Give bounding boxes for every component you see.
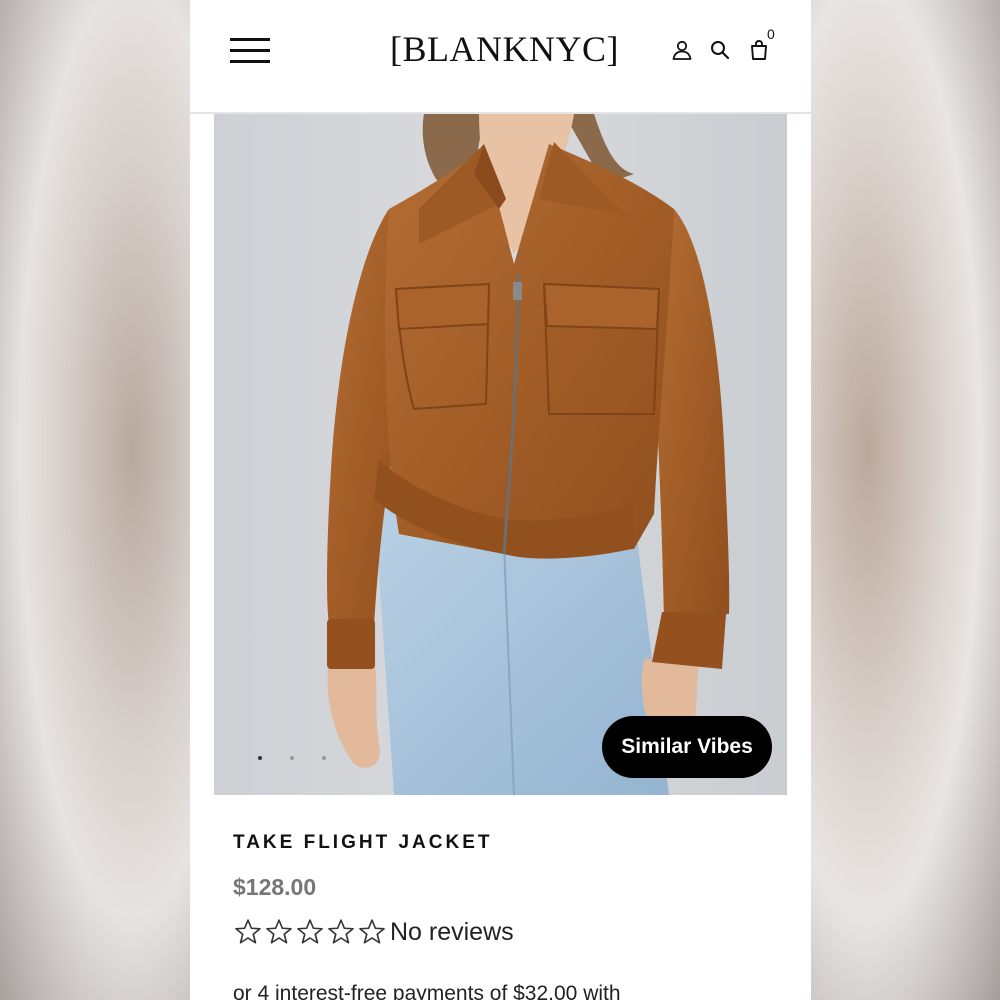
star-empty-icon	[297, 919, 323, 944]
reviews-link[interactable]: No reviews	[390, 918, 514, 947]
cart-count-badge: 0	[767, 26, 775, 42]
carousel-dot[interactable]	[258, 756, 262, 760]
star-empty-icon	[328, 919, 354, 944]
user-icon[interactable]	[670, 38, 694, 62]
installments-text: or 4 interest-free payments of $32.00 wi…	[233, 982, 621, 1000]
product-image[interactable]: Similar Vibes	[214, 114, 787, 795]
phone-screen: [BLANKNYC] 0 Similar Vibes TAKE FLIGHT J…	[190, 0, 811, 1000]
site-header: [BLANKNYC] 0	[190, 0, 811, 114]
product-price: $128.00	[233, 874, 317, 900]
star-empty-icon	[359, 919, 385, 944]
similar-vibes-button[interactable]: Similar Vibes	[602, 716, 772, 778]
rating-stars[interactable]	[233, 917, 387, 947]
star-empty-icon	[266, 919, 292, 944]
carousel-dot[interactable]	[322, 756, 326, 760]
brand-logo[interactable]: [BLANKNYC]	[390, 28, 618, 70]
menu-icon[interactable]	[230, 36, 272, 68]
jacket-photo	[214, 114, 787, 795]
product-title: TAKE FLIGHT JACKET	[233, 832, 493, 853]
blurred-background-right	[810, 0, 1000, 1000]
blurred-background-left	[0, 0, 190, 1000]
search-icon[interactable]	[708, 38, 732, 62]
star-empty-icon	[235, 919, 261, 944]
carousel-dot[interactable]	[290, 756, 294, 760]
